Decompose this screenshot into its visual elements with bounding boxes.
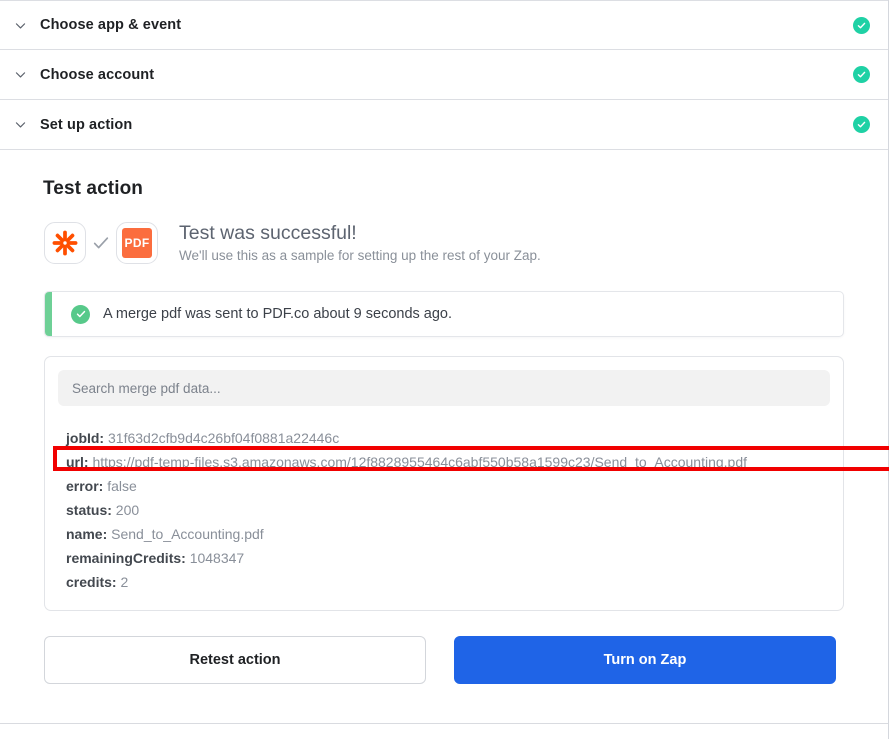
check-circle-icon <box>853 17 870 34</box>
test-data-card: Search merge pdf data... jobId: 31f63d2c… <box>44 356 844 611</box>
data-field-key: status: <box>66 502 112 518</box>
test-result-text: Test was successful! We'll use this as a… <box>179 222 541 264</box>
data-field-key: name: <box>66 526 107 542</box>
data-field-value: false <box>107 478 137 494</box>
data-field-row: credits: 2 <box>66 570 830 594</box>
test-result-subtitle: We'll use this as a sample for setting u… <box>179 248 541 264</box>
test-result-title: Test was successful! <box>179 222 541 244</box>
banner-accent-bar <box>45 292 52 336</box>
turn-on-zap-button[interactable]: Turn on Zap <box>454 636 836 684</box>
pdf-icon-label: PDF <box>122 228 152 258</box>
search-input-placeholder: Search merge pdf data... <box>72 381 221 396</box>
check-circle-icon <box>71 305 90 324</box>
action-button-row: Retest action Turn on Zap <box>44 636 844 684</box>
data-field-value: https://pdf-temp-files.s3.amazonaws.com/… <box>92 454 747 470</box>
data-field-key: url: <box>66 454 89 470</box>
step-row-choose-app-event[interactable]: Choose app & event <box>0 0 888 50</box>
pdf-icon: PDF <box>116 222 158 264</box>
data-field-value: 1048347 <box>190 550 245 566</box>
data-field-row: error: false <box>66 474 830 498</box>
data-field-key: remainingCredits: <box>66 550 186 566</box>
bottom-divider <box>0 723 888 724</box>
data-field-value: Send_to_Accounting.pdf <box>111 526 264 542</box>
test-result-header: PDF Test was successful! We'll use this … <box>44 222 888 264</box>
search-input[interactable]: Search merge pdf data... <box>58 370 830 406</box>
chevron-down-icon[interactable] <box>10 15 30 35</box>
data-field-value: 2 <box>120 574 128 590</box>
data-field-row: name: Send_to_Accounting.pdf <box>66 522 830 546</box>
data-field-row: status: 200 <box>66 498 830 522</box>
data-field-row: remainingCredits: 1048347 <box>66 546 830 570</box>
check-circle-icon <box>853 66 870 83</box>
chevron-down-icon[interactable] <box>10 115 30 135</box>
data-field-key: error: <box>66 478 103 494</box>
page-title: Test action <box>43 178 888 200</box>
step-row-set-up-action[interactable]: Set up action <box>0 100 888 150</box>
step-title: Choose app & event <box>40 17 853 33</box>
zapier-logo-icon <box>44 222 86 264</box>
data-field-row: jobId: 31f63d2cfb9d4c26bf04f0881a22446c <box>66 426 830 450</box>
check-circle-icon <box>853 116 870 133</box>
test-action-panel: Test action PDF <box>0 150 888 684</box>
check-icon <box>86 234 116 252</box>
step-title: Set up action <box>40 117 853 133</box>
chevron-down-icon[interactable] <box>10 65 30 85</box>
data-field-row-url: url: https://pdf-temp-files.s3.amazonaws… <box>66 450 830 474</box>
banner-message: A merge pdf was sent to PDF.co about 9 s… <box>103 306 452 322</box>
step-row-choose-account[interactable]: Choose account <box>0 50 888 100</box>
data-field-value: 200 <box>116 502 139 518</box>
data-field-value: 31f63d2cfb9d4c26bf04f0881a22446c <box>108 430 339 446</box>
test-data-field-list: jobId: 31f63d2cfb9d4c26bf04f0881a22446c … <box>58 426 830 594</box>
data-field-key: jobId: <box>66 430 104 446</box>
success-banner: A merge pdf was sent to PDF.co about 9 s… <box>44 291 844 337</box>
data-field-key: credits: <box>66 574 117 590</box>
zap-editor-panel: Choose app & event Choose account Set up… <box>0 0 889 739</box>
retest-action-button[interactable]: Retest action <box>44 636 426 684</box>
step-title: Choose account <box>40 67 853 83</box>
